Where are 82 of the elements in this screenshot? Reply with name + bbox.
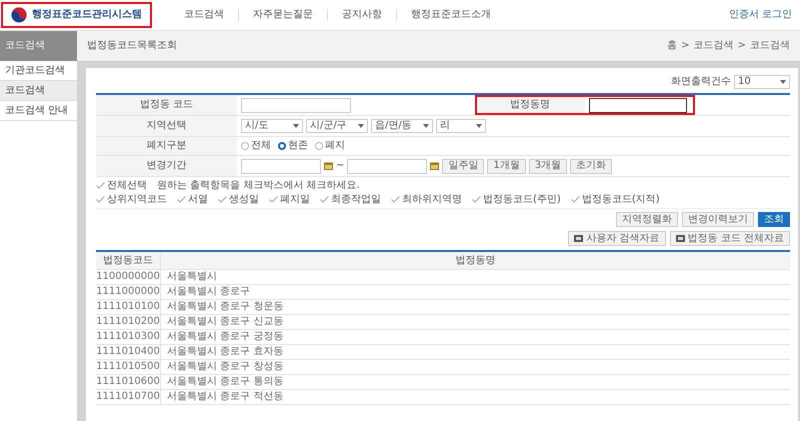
nav-link[interactable]: 코드검색 xyxy=(170,9,239,21)
radio-option[interactable]: 전체 xyxy=(241,140,271,152)
document-icon xyxy=(574,235,584,242)
hint-text: 원하는 출력항목을 체크박스에서 체크하세요. xyxy=(157,180,360,192)
field-label: 변경기간 xyxy=(96,156,237,176)
column-checkbox[interactable]: 서열 xyxy=(177,194,208,205)
table-cell-text: 서울특별시 종로구 통의동 xyxy=(166,375,284,389)
table-cell: 1111000000 xyxy=(96,285,161,299)
radio-option[interactable]: 현존 xyxy=(278,140,308,152)
table-cell: 1111010100 xyxy=(96,300,161,314)
nav-link[interactable]: 행정표준코드소개 xyxy=(397,9,505,21)
name-input[interactable] xyxy=(589,98,687,112)
start-date-input[interactable] xyxy=(241,158,321,174)
breadcrumb-separator: > xyxy=(738,40,746,52)
table-cell: 1111010400 xyxy=(96,345,161,359)
login-link[interactable]: 인증서 로그인 xyxy=(728,9,792,21)
table-cell: 1111010700 xyxy=(96,390,161,404)
table-cell: 1111010600 xyxy=(96,375,161,389)
breadcrumb-item[interactable]: 코드검색 xyxy=(694,40,734,52)
table-cell-text: 서울특별시 종로구 신교동 xyxy=(166,315,284,329)
column-checkbox[interactable]: 생성일 xyxy=(218,194,259,205)
code-input[interactable] xyxy=(241,98,351,112)
column-checkbox[interactable]: 법정동코드(주민) xyxy=(472,194,561,205)
download-button[interactable]: 법정동 코드 전체자료 xyxy=(670,231,790,246)
table-cell-text: 서울특별시 종로구 청운동 xyxy=(166,300,284,314)
table-cell-text: 서울특별시 종로구 적선동 xyxy=(166,390,284,404)
period-button[interactable]: 초기화 xyxy=(570,158,612,174)
dropdown[interactable]: 10 xyxy=(734,75,790,89)
period-button[interactable]: 일주일 xyxy=(442,158,484,174)
dropdown[interactable]: 시/군/구 xyxy=(306,119,368,133)
radio-option[interactable]: 폐지 xyxy=(315,140,345,152)
breadcrumb-item[interactable]: 코드검색 xyxy=(750,40,790,52)
emblem-icon xyxy=(11,7,27,23)
table-cell: 1111010300 xyxy=(96,330,161,344)
sidebar-title: 코드검색 xyxy=(0,31,77,61)
breadcrumb-separator: > xyxy=(681,40,690,52)
dropdown[interactable]: 리 xyxy=(436,119,486,133)
table-cell: 1111010500 xyxy=(96,360,161,374)
caret-icon xyxy=(476,124,482,128)
breadcrumb-item[interactable]: 홈 xyxy=(667,40,678,52)
field-label: 지역선택 xyxy=(96,116,237,136)
page-title: 법정동코드목록조회 xyxy=(87,40,177,52)
sidebar-item[interactable]: 코드검색 xyxy=(0,81,77,101)
range-separator: ~ xyxy=(336,160,344,172)
nav-link[interactable]: 자주묻는질문 xyxy=(239,9,328,21)
period-button[interactable]: 1개월 xyxy=(487,158,526,174)
column-header: 법정동코드 xyxy=(96,252,161,269)
table-cell: 1100000000 xyxy=(96,270,161,284)
column-checkbox[interactable]: 폐지일 xyxy=(269,194,310,205)
document-icon xyxy=(676,235,685,242)
site-logo[interactable]: 행정표준코드관리시스템 xyxy=(1,2,152,28)
download-button[interactable]: 사용자 검색자료 xyxy=(568,231,666,246)
calendar-icon[interactable] xyxy=(430,162,440,170)
field-label: 법정동명 xyxy=(475,95,585,115)
select-all-checkbox[interactable]: 전체선택 xyxy=(96,180,147,192)
period-button[interactable]: 3개월 xyxy=(528,158,568,174)
column-checkbox[interactable]: 최하위지역명 xyxy=(391,194,462,205)
nav-link[interactable]: 공지사항 xyxy=(328,9,397,21)
action-button[interactable]: 변경이력보기 xyxy=(682,212,754,227)
field-label: 법정동 코드 xyxy=(96,95,237,115)
column-checkbox[interactable]: 상위지역코드 xyxy=(96,194,167,205)
caret-icon xyxy=(780,80,786,84)
caret-icon xyxy=(293,124,299,128)
table-cell-text: 서울특별시 종로구 xyxy=(166,285,252,299)
column-header: 법정동명 xyxy=(454,254,496,268)
action-button[interactable]: 지역정렬화 xyxy=(616,212,678,227)
page-size-label: 화면출력건수 xyxy=(671,76,731,88)
table-cell: 1111010200 xyxy=(96,315,161,329)
table-cell-text: 서울특별시 종로구 궁정동 xyxy=(166,330,284,344)
table-cell-text: 서울특별시 종로구 효자동 xyxy=(166,345,284,359)
caret-icon xyxy=(423,124,429,128)
dropdown[interactable]: 읍/면/동 xyxy=(371,119,433,133)
calendar-icon[interactable] xyxy=(324,162,333,170)
column-checkbox[interactable]: 법정동코드(지적) xyxy=(570,194,660,205)
column-checkbox[interactable]: 최종작업일 xyxy=(320,194,381,205)
action-button[interactable]: 조회 xyxy=(758,212,790,227)
end-date-input[interactable] xyxy=(347,158,428,174)
caret-icon xyxy=(358,124,364,128)
table-cell-text: 서울특별시 xyxy=(166,270,218,284)
field-label: 폐지구분 xyxy=(96,137,237,155)
table-cell-text: 서울특별시 종로구 창성동 xyxy=(166,360,284,374)
dropdown[interactable]: 시/도 xyxy=(241,119,303,133)
